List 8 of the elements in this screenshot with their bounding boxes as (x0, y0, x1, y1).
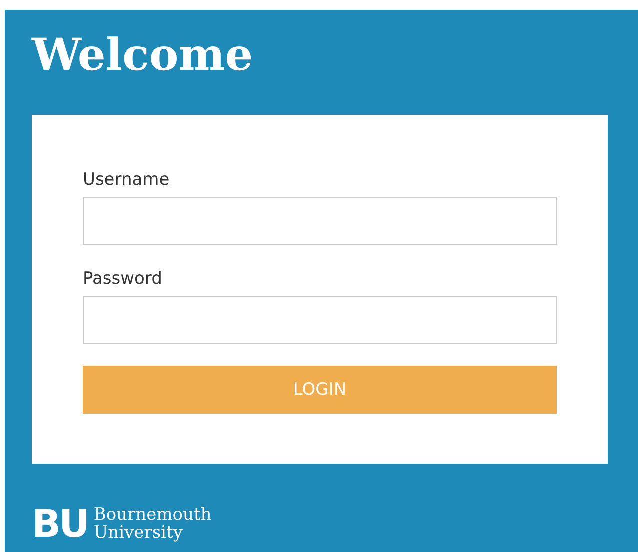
logo-mark: BU (32, 504, 88, 544)
field-label: Password (83, 268, 162, 290)
login-button[interactable]: LOGIN (83, 366, 557, 414)
logo-text: Bournemouth University (94, 506, 212, 542)
field-label: Username (83, 169, 170, 191)
welcome-title: Welcome (32, 30, 254, 82)
username-field[interactable] (83, 197, 557, 245)
password-field[interactable] (83, 296, 557, 344)
